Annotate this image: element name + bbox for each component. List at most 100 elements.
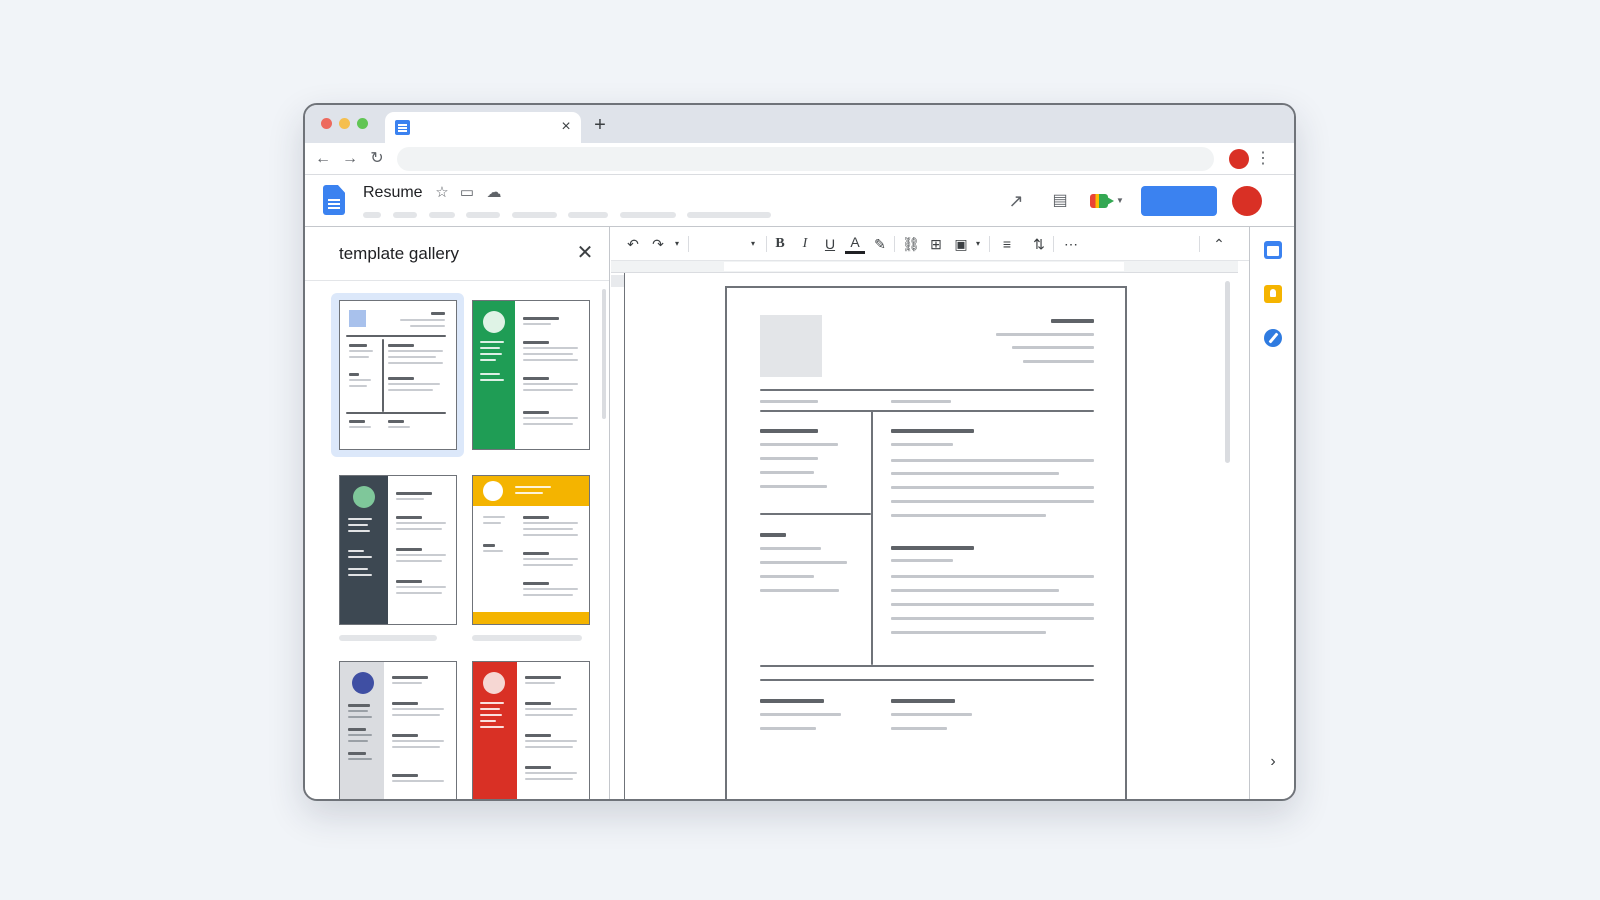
gallery-scrollbar[interactable] <box>602 289 606 419</box>
template-avatar <box>353 486 375 508</box>
bold-button[interactable]: B <box>770 234 790 254</box>
divider <box>760 389 1094 391</box>
share-button[interactable] <box>1141 186 1217 216</box>
font-select-dropdown[interactable]: ▾ <box>748 234 758 254</box>
divider <box>894 236 895 252</box>
star-icon[interactable]: ☆ <box>433 184 451 202</box>
template-thumbnail[interactable] <box>472 661 590 799</box>
close-window-button[interactable] <box>321 118 332 129</box>
template-caption <box>339 635 437 641</box>
highlight-pen-icon[interactable]: ✎ <box>870 234 890 254</box>
expand-panel-icon[interactable]: › <box>1263 752 1283 772</box>
divider <box>1053 236 1054 252</box>
redo-icon[interactable]: ↷ <box>648 234 668 254</box>
back-arrow-icon[interactable]: ← <box>313 149 333 169</box>
editor-scrollbar[interactable] <box>1225 281 1230 463</box>
photo-placeholder[interactable] <box>760 315 822 377</box>
reload-icon[interactable]: ↻ <box>367 149 387 169</box>
activity-dashboard-icon[interactable]: ↗ <box>1007 192 1025 210</box>
insert-image-icon[interactable]: ▣ <box>951 234 971 254</box>
more-options-icon[interactable]: ⋯ <box>1061 234 1081 254</box>
template-avatar <box>352 672 374 694</box>
horizontal-ruler[interactable] <box>611 261 1238 273</box>
browser-tab-docs[interactable]: × <box>385 112 581 143</box>
vertical-ruler[interactable] <box>611 273 625 799</box>
browser-window: × + ← → ↻ ⋮ Resume ☆ ▭ ☁ ↗ ▤ ▼ template … <box>303 103 1296 801</box>
menu-item[interactable] <box>568 212 608 218</box>
template-thumbnail[interactable] <box>339 300 457 450</box>
divider <box>766 236 767 252</box>
document-title[interactable]: Resume <box>363 184 423 202</box>
chevron-down-icon[interactable]: ▾ <box>672 234 682 254</box>
formatting-toolbar: ↶ ↷ ▾ ▾ B I U A ✎ ⛓ ⊞ ▣ ▾ ≡ ⇅ ⋯ ⌃ <box>611 227 1249 261</box>
cloud-status-icon[interactable]: ☁ <box>485 184 503 202</box>
template-thumbnail[interactable] <box>472 300 590 450</box>
close-icon[interactable]: ✕ <box>574 242 596 264</box>
new-tab-button[interactable]: + <box>589 114 611 136</box>
browser-menu-icon[interactable]: ⋮ <box>1255 149 1271 169</box>
meet-icon[interactable]: ▼ <box>1090 192 1124 210</box>
menu-item[interactable] <box>687 212 771 218</box>
text-color-icon[interactable]: A <box>845 234 865 254</box>
divider <box>760 410 1094 412</box>
menu-item[interactable] <box>363 212 381 218</box>
side-panel: › <box>1249 227 1294 799</box>
comments-icon[interactable]: ▤ <box>1051 192 1069 210</box>
chevron-down-icon[interactable]: ▾ <box>973 234 983 254</box>
browser-toolbar: ← → ↻ ⋮ <box>305 143 1294 175</box>
template-gallery-panel: template gallery ✕ <box>305 227 610 799</box>
menu-item[interactable] <box>429 212 455 218</box>
divider <box>305 280 609 281</box>
template-footer-band <box>473 612 589 624</box>
template-avatar <box>483 672 505 694</box>
template-avatar <box>483 311 505 333</box>
collapse-toolbar-icon[interactable]: ⌃ <box>1209 234 1229 254</box>
divider <box>760 679 1094 681</box>
docs-header: Resume ☆ ▭ ☁ ↗ ▤ ▼ <box>305 175 1294 227</box>
ruler-margin-marker[interactable] <box>611 275 624 287</box>
undo-icon[interactable]: ↶ <box>623 234 643 254</box>
divider <box>989 236 990 252</box>
minimize-window-button[interactable] <box>339 118 350 129</box>
calendar-icon[interactable] <box>1264 241 1282 259</box>
menu-item[interactable] <box>512 212 557 218</box>
template-thumbnail[interactable] <box>339 661 457 799</box>
divider <box>760 665 1094 667</box>
line-spacing-icon[interactable]: ⇅ <box>1029 234 1049 254</box>
add-comment-icon[interactable]: ⊞ <box>926 234 946 254</box>
maximize-window-button[interactable] <box>357 118 368 129</box>
move-to-folder-icon[interactable]: ▭ <box>458 184 476 202</box>
document-canvas[interactable] <box>626 273 1238 799</box>
forward-arrow-icon[interactable]: → <box>340 149 360 169</box>
address-bar[interactable] <box>397 147 1214 171</box>
document-page[interactable] <box>725 286 1127 799</box>
tab-close-icon[interactable]: × <box>557 118 575 136</box>
italic-button[interactable]: I <box>795 234 815 254</box>
menu-item[interactable] <box>393 212 417 218</box>
ruler-content-area <box>724 262 1124 271</box>
align-icon[interactable]: ≡ <box>997 234 1017 254</box>
chevron-down-icon: ▼ <box>1116 196 1124 205</box>
gallery-title: template gallery <box>339 244 460 263</box>
docs-favicon-icon <box>395 120 410 135</box>
template-caption <box>472 635 582 641</box>
divider <box>760 513 871 515</box>
divider <box>688 236 689 252</box>
divider <box>1199 236 1200 252</box>
video-camera-icon <box>1090 194 1114 208</box>
column-divider <box>871 410 873 665</box>
account-avatar[interactable] <box>1232 186 1262 216</box>
menu-item[interactable] <box>620 212 676 218</box>
browser-profile-avatar[interactable] <box>1229 149 1249 169</box>
menu-item[interactable] <box>466 212 500 218</box>
tab-strip: × + <box>305 105 1294 143</box>
template-thumbnail[interactable] <box>339 475 457 625</box>
name-heading <box>1051 319 1094 323</box>
template-thumbnail[interactable] <box>472 475 590 625</box>
link-icon[interactable]: ⛓ <box>901 234 921 254</box>
tasks-icon[interactable] <box>1264 329 1282 347</box>
underline-button[interactable]: U <box>820 234 840 254</box>
docs-logo-icon[interactable] <box>323 185 345 215</box>
keep-icon[interactable] <box>1264 285 1282 303</box>
template-photo <box>349 310 366 327</box>
